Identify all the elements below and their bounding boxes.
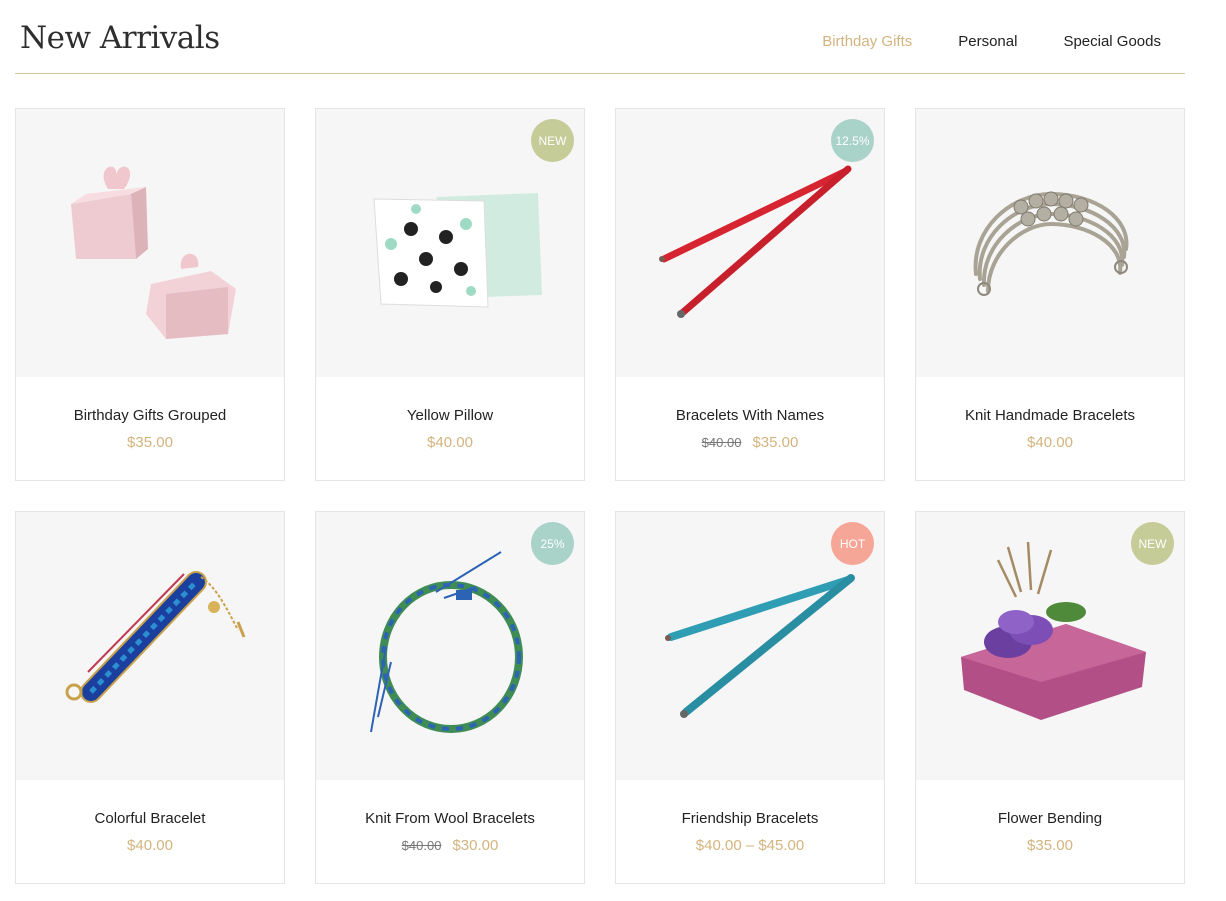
product-name[interactable]: Yellow Pillow xyxy=(316,407,584,424)
product-image[interactable]: 25% xyxy=(316,512,584,780)
sale-price: $30.00 xyxy=(452,837,499,854)
product-image[interactable]: HOT xyxy=(616,512,884,780)
new-badge: NEW xyxy=(531,119,574,162)
beaded-blue-bracelet-image xyxy=(65,571,246,703)
section-header: New Arrivals Birthday Gifts Personal Spe… xyxy=(15,0,1185,74)
product-price: $40.00 xyxy=(427,434,473,451)
product-price: $40.00 – $45.00 xyxy=(695,837,805,854)
product-name[interactable]: Bracelets With Names xyxy=(616,407,884,424)
product-card[interactable]: 25% Knit From Wool Bracelets $40.00 $30.0… xyxy=(315,511,585,884)
product-name[interactable]: Birthday Gifts Grouped xyxy=(16,407,284,424)
product-image[interactable]: 12.5% xyxy=(616,109,884,377)
product-card[interactable]: Birthday Gifts Grouped $35.00 xyxy=(15,108,285,481)
product-card[interactable]: Knit Handmade Bracelets $40.00 xyxy=(915,108,1185,481)
product-grid: Birthday Gifts Grouped $35.00 NEW Yellow xyxy=(15,108,1185,884)
product-card[interactable]: NEW Yellow Pillow $40.00 xyxy=(315,108,585,481)
product-card[interactable]: HOT Friendship Bracelets $40.00 – $45.00 xyxy=(615,511,885,884)
product-image[interactable] xyxy=(16,109,284,377)
product-price: $40.00 $30.00 xyxy=(316,837,584,854)
product-price: $40.00 xyxy=(1027,434,1073,451)
product-name[interactable]: Colorful Bracelet xyxy=(16,810,284,827)
old-price: $40.00 xyxy=(401,838,442,853)
product-price: $35.00 xyxy=(1027,837,1073,854)
new-badge: NEW xyxy=(1131,522,1174,565)
product-name[interactable]: Flower Bending xyxy=(916,810,1184,827)
product-name[interactable]: Friendship Bracelets xyxy=(616,810,884,827)
hot-badge: HOT xyxy=(831,522,874,565)
product-image[interactable]: NEW xyxy=(916,512,1184,780)
page-title: New Arrivals xyxy=(20,20,220,56)
discount-badge: 12.5% xyxy=(831,119,874,162)
product-image[interactable] xyxy=(916,109,1184,377)
product-image[interactable]: NEW xyxy=(316,109,584,377)
product-price: $35.00 xyxy=(127,434,173,451)
product-card[interactable]: 12.5% Bracelets With Names $40.00 $35.00 xyxy=(615,108,885,481)
tab-special-goods[interactable]: Special Goods xyxy=(1063,33,1161,50)
product-price: $40.00 xyxy=(127,837,173,854)
tab-birthday-gifts[interactable]: Birthday Gifts xyxy=(822,33,912,50)
silver-cuff-bracelet-image xyxy=(973,191,1129,296)
old-price: $40.00 xyxy=(701,435,742,450)
product-card[interactable]: NEW Flower Bending $35.00 xyxy=(915,511,1185,884)
product-price: $40.00 $35.00 xyxy=(616,434,884,451)
product-name[interactable]: Knit From Wool Bracelets xyxy=(316,810,584,827)
category-tabs: Birthday Gifts Personal Special Goods xyxy=(822,33,1161,50)
product-name[interactable]: Knit Handmade Bracelets xyxy=(916,407,1184,424)
product-card[interactable]: Colorful Bracelet $40.00 xyxy=(15,511,285,884)
discount-badge: 25% xyxy=(531,522,574,565)
pink-gift-boxes-image xyxy=(71,166,236,339)
product-image[interactable] xyxy=(16,512,284,780)
sale-price: $35.00 xyxy=(752,434,799,451)
tab-personal[interactable]: Personal xyxy=(958,33,1017,50)
